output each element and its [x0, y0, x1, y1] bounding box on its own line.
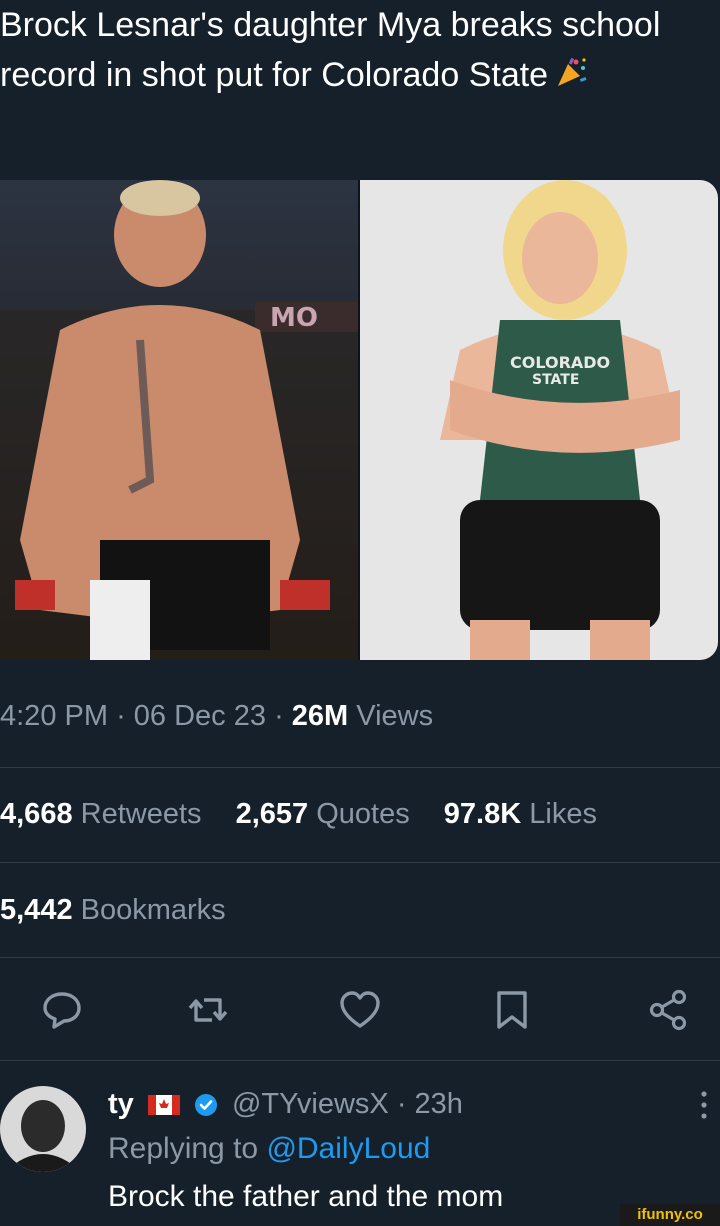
share-icon[interactable]: [646, 988, 690, 1032]
separator: ·: [116, 700, 126, 732]
likes-count: 97.8K: [443, 798, 522, 830]
reply-author-handle[interactable]: @TYviewsX: [232, 1088, 389, 1120]
quotes-count: 2,657: [235, 798, 309, 830]
tweet-time[interactable]: 4:20 PM: [0, 700, 108, 732]
divider: [0, 957, 720, 958]
canada-flag-icon: [147, 1095, 180, 1116]
bookmarks-count: 5,442: [0, 894, 73, 926]
jersey-text-1: COLORADO: [510, 353, 610, 372]
verified-badge-icon: [194, 1094, 217, 1117]
reply-author-name[interactable]: ty: [108, 1088, 134, 1120]
tweet-date[interactable]: 06 Dec 23: [134, 700, 266, 732]
replying-prefix: Replying to: [108, 1132, 259, 1165]
retweets-stat[interactable]: 4,668 Retweets: [0, 798, 202, 830]
bookmarks-label: Bookmarks: [80, 894, 226, 926]
action-bar: [0, 980, 720, 1040]
divider: [0, 862, 720, 863]
watermark: ifunny.co: [620, 1204, 720, 1226]
party-popper-icon: [558, 57, 587, 86]
reply-body: Brock the father and the mom: [108, 1180, 504, 1213]
likes-label: Likes: [529, 798, 597, 830]
reply-tweet[interactable]: ty @TYviewsX · 23h Replying to @DailyLou…: [0, 1080, 720, 1226]
retweet-icon[interactable]: [186, 988, 230, 1032]
jersey-text-2: STATE: [532, 372, 579, 388]
retweets-label: Retweets: [80, 798, 202, 830]
reply-header: ty @TYviewsX · 23h: [108, 1088, 463, 1121]
views-count: 26M: [291, 700, 349, 732]
like-icon[interactable]: [338, 988, 382, 1032]
divider: [0, 767, 720, 768]
reply-time[interactable]: 23h: [415, 1088, 463, 1120]
quotes-stat[interactable]: 2,657 Quotes: [236, 798, 410, 830]
divider: [0, 1060, 720, 1061]
replying-to: Replying to @DailyLoud: [108, 1132, 430, 1166]
avatar[interactable]: [0, 1086, 86, 1172]
separator: ·: [396, 1088, 407, 1120]
tweet-meta: 4:20 PM · 06 Dec 23 · 26M Views: [0, 700, 433, 733]
engagement-stats: 4,668 Retweets 2,657 Quotes 97.8K Likes: [0, 798, 597, 831]
likes-stat[interactable]: 97.8K Likes: [444, 798, 597, 830]
tweet-media[interactable]: MO COLORADO STATE: [0, 180, 718, 660]
quotes-label: Quotes: [316, 798, 410, 830]
views-label: Views: [356, 700, 434, 732]
more-options-icon[interactable]: [700, 1090, 708, 1120]
right-photo[interactable]: COLORADO STATE: [360, 180, 718, 660]
separator: ·: [274, 700, 284, 732]
bookmarks-stat[interactable]: 5,442 Bookmarks: [0, 894, 226, 927]
retweets-count: 4,668: [0, 798, 73, 830]
tweet-text: Brock Lesnar's daughter Mya breaks schoo…: [0, 0, 700, 100]
reply-icon[interactable]: [40, 988, 84, 1032]
bookmark-icon[interactable]: [490, 988, 534, 1032]
replying-handle-link[interactable]: @DailyLoud: [266, 1132, 430, 1165]
left-photo[interactable]: MO: [0, 180, 358, 660]
octagon-banner-text: MO: [270, 303, 318, 333]
